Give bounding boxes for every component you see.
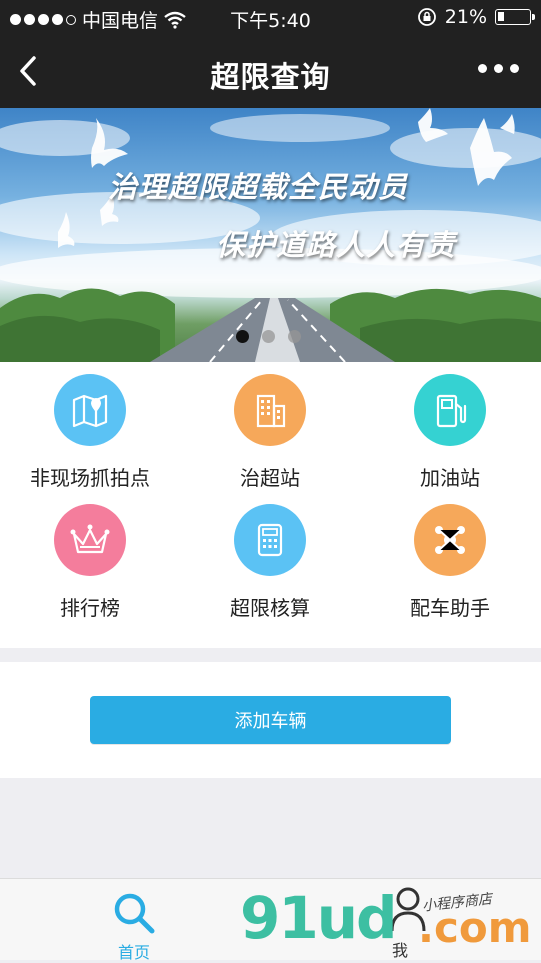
tab-bar: 首页 我 xyxy=(0,878,541,962)
battery-icon xyxy=(495,9,535,25)
grid-item-ranking[interactable]: 排行榜 xyxy=(0,492,180,622)
grid-item-overload-station[interactable]: 治超站 xyxy=(180,362,360,492)
carousel-dot[interactable] xyxy=(236,330,249,343)
page-title: 超限查询 xyxy=(210,60,331,94)
carousel-pager[interactable] xyxy=(236,330,301,343)
carousel-dot[interactable] xyxy=(288,330,301,343)
status-bar: 中国电信 下午5:40 21% xyxy=(0,0,541,36)
add-vehicle-button[interactable]: 添加车辆 xyxy=(90,696,451,744)
status-right: 21% xyxy=(417,6,535,28)
more-menu-button[interactable] xyxy=(478,64,519,73)
grid-item-label: 超限核算 xyxy=(230,596,310,620)
banner-slogan-line2: 保护道路人人有责 xyxy=(216,228,457,262)
battery-fill xyxy=(498,12,504,21)
tab-me[interactable]: 我 xyxy=(370,885,434,960)
tab-home[interactable]: 首页 xyxy=(94,887,174,962)
tab-home-label: 首页 xyxy=(117,943,150,962)
more-dot xyxy=(478,64,487,73)
map-pin-icon xyxy=(54,374,126,446)
grid-item-label: 加油站 xyxy=(420,466,480,490)
fuel-pump-icon xyxy=(414,374,486,446)
grid-item-vehicle-assistant[interactable]: 配车助手 xyxy=(360,492,540,622)
battery-percent: 21% xyxy=(444,6,487,28)
nav-bar: 超限查询 xyxy=(0,36,541,108)
add-vehicle-section: 添加车辆 xyxy=(0,662,541,778)
crown-icon xyxy=(54,504,126,576)
person-icon xyxy=(390,887,426,932)
grid-item-label: 排行榜 xyxy=(60,596,120,620)
carousel-dot[interactable] xyxy=(262,330,275,343)
rotation-lock-icon xyxy=(417,8,436,26)
grid-item-label: 配车助手 xyxy=(410,596,490,620)
grid-item-label: 治超站 xyxy=(240,466,300,490)
banner-carousel[interactable]: 治理超限超载全民动员 保护道路人人有责 xyxy=(0,108,541,362)
function-grid: 非现场抓拍点 治超站 加油站 排行榜 超限核算 配车助手 xyxy=(0,362,541,648)
grid-item-overload-calc[interactable]: 超限核算 xyxy=(180,492,360,622)
grid-item-capture-points[interactable]: 非现场抓拍点 xyxy=(0,362,180,492)
grid-item-label: 非现场抓拍点 xyxy=(30,466,150,490)
more-dot xyxy=(494,64,503,73)
share-nodes-icon xyxy=(414,504,486,576)
grid-item-gas-station[interactable]: 加油站 xyxy=(360,362,540,492)
more-dot xyxy=(510,64,519,73)
building-icon xyxy=(234,374,306,446)
banner-slogan-line1: 治理超限超载全民动员 xyxy=(108,170,409,204)
calculator-icon xyxy=(234,504,306,576)
tab-me-label: 我 xyxy=(392,941,409,960)
search-icon xyxy=(114,893,155,934)
